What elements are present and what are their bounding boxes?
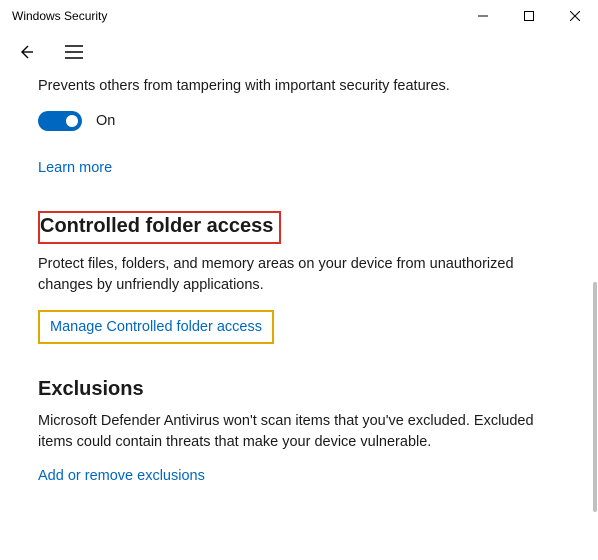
toggle-state-label: On: [96, 113, 115, 129]
tamper-desc: Prevents others from tampering with impo…: [38, 76, 560, 97]
close-button[interactable]: [552, 0, 598, 32]
highlight-yellow: Manage Controlled folder access: [38, 310, 274, 344]
toggle-knob: [66, 115, 78, 127]
tamper-toggle-row: On: [38, 111, 560, 131]
hamburger-menu-icon[interactable]: [64, 42, 84, 62]
manage-cfa-link[interactable]: Manage Controlled folder access: [50, 319, 262, 335]
maximize-button[interactable]: [506, 0, 552, 32]
window-controls: [460, 0, 598, 32]
exclusions-section: Exclusions Microsoft Defender Antivirus …: [38, 378, 560, 485]
learn-more-link[interactable]: Learn more: [38, 160, 112, 176]
cfa-heading: Controlled folder access: [40, 215, 273, 237]
tamper-protection-section: Prevents others from tampering with impo…: [38, 76, 560, 177]
back-button[interactable]: [16, 42, 36, 62]
navbar: [0, 32, 598, 72]
content-area: Prevents others from tampering with impo…: [0, 72, 598, 485]
controlled-folder-access-section: Controlled folder access Protect files, …: [38, 211, 560, 344]
window-title: Windows Security: [12, 9, 107, 23]
exclusions-desc: Microsoft Defender Antivirus won't scan …: [38, 411, 560, 453]
cfa-desc: Protect files, folders, and memory areas…: [38, 254, 560, 296]
add-remove-exclusions-link[interactable]: Add or remove exclusions: [38, 468, 205, 484]
scrollbar-thumb[interactable]: [593, 282, 597, 512]
exclusions-heading: Exclusions: [38, 378, 560, 401]
titlebar: Windows Security: [0, 0, 598, 32]
minimize-button[interactable]: [460, 0, 506, 32]
highlight-red: Controlled folder access: [38, 211, 281, 244]
tamper-toggle[interactable]: [38, 111, 82, 131]
